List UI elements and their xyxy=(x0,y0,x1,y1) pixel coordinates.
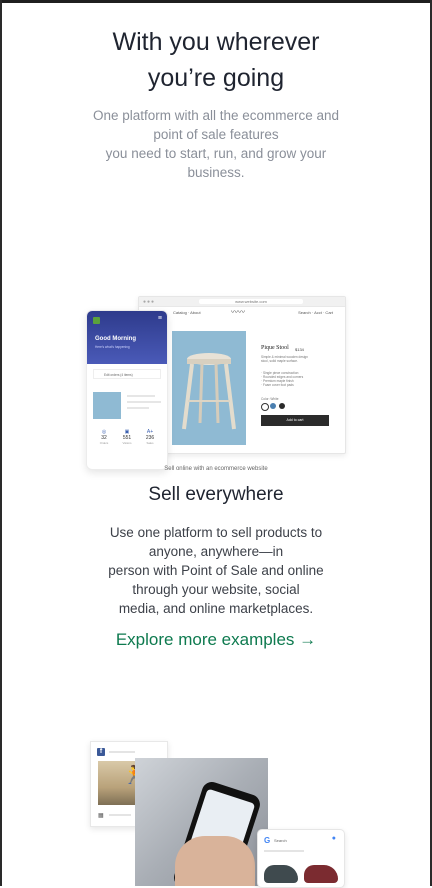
text-line xyxy=(264,850,304,852)
phone-in-hand-photo xyxy=(135,758,268,886)
hero-sub-line2: point of sale features xyxy=(153,127,279,142)
google-shopping-card: G Search ● xyxy=(257,829,345,888)
stat-sales: A+ 236 Sales xyxy=(139,429,161,445)
add-to-cart-button: Add to cart xyxy=(261,415,329,426)
greeting-sub: Here's what's happening xyxy=(95,345,130,349)
window-top-border xyxy=(0,0,432,3)
section-title: Sell everywhere xyxy=(148,484,284,505)
section-body: Use one platform to sell products to any… xyxy=(96,523,336,618)
bullet-item: · Foam cover foot pads xyxy=(261,383,294,387)
devices-illustration: ●●● www.website.com Catalog · About 〰〰 S… xyxy=(80,292,350,482)
text-line xyxy=(109,751,135,753)
text-line xyxy=(127,407,149,409)
stat-visitors: ▣ 551 Visitors xyxy=(116,429,138,445)
website-mockup: ●●● www.website.com Catalog · About 〰〰 S… xyxy=(138,296,346,454)
mini-stool-photo xyxy=(93,392,121,419)
stat-label: Sales xyxy=(146,441,154,445)
color-label: Color: White xyxy=(261,397,279,401)
google-search-text: Search xyxy=(274,838,287,843)
phone-mockup: ≡ Good Morning Here's what's happening E… xyxy=(86,310,168,470)
shopify-bag-icon xyxy=(93,317,100,324)
stool-icon xyxy=(182,353,236,430)
shoe-product-image xyxy=(304,865,338,883)
hero-title-line1: With you wherever xyxy=(112,28,320,56)
product-description: Simple & minimal wooden design stool, so… xyxy=(261,355,308,363)
hero-sub-line4: business. xyxy=(187,165,245,180)
shoe-product-image xyxy=(264,865,298,883)
site-logo-icon: 〰〰 xyxy=(231,309,245,316)
url-bar: www.website.com xyxy=(199,299,303,304)
text-line xyxy=(127,401,161,403)
product-title: Pique Stool xyxy=(261,345,289,351)
hero-title-line2: you’re going xyxy=(147,64,285,92)
hero-sub-line1: One platform with all the ecommerce and xyxy=(92,108,340,123)
site-nav-right: Search · Acct · Cart xyxy=(298,310,333,315)
body-line3: person with Point of Sale and online xyxy=(108,563,324,578)
body-line5: media, and online marketplaces. xyxy=(118,601,314,616)
facebook-icon: f xyxy=(97,748,105,756)
hero-title: With you wherever you’re going xyxy=(40,24,392,96)
swatch-blue xyxy=(270,403,276,409)
orders-row: Edit orders (4 items) xyxy=(93,369,161,379)
hand xyxy=(175,836,255,886)
window-left-border xyxy=(0,0,2,886)
stool-photo xyxy=(172,331,246,445)
window-dots-icon: ●●● xyxy=(143,299,156,305)
google-icon: G xyxy=(264,836,271,845)
hero-subtitle: One platform with all the ecommerce and … xyxy=(60,106,372,182)
calendar-icon: ▦ xyxy=(98,813,104,819)
site-nav-left: Catalog · About xyxy=(173,310,201,315)
text-line xyxy=(109,814,131,816)
swatch-white xyxy=(261,403,269,411)
explore-examples-link[interactable]: Explore more examples → xyxy=(40,630,392,650)
text-line xyxy=(127,395,155,397)
stat-label: Visitors xyxy=(122,441,132,445)
hero-sub-line3: you need to start, run, and grow your xyxy=(105,146,327,161)
greeting: Good Morning xyxy=(95,336,136,342)
body-line4: through your website, social xyxy=(132,582,300,597)
illustration-caption: Sell online with an ecommerce website xyxy=(164,466,268,472)
microphone-icon: ● xyxy=(331,835,336,842)
menu-icon: ≡ xyxy=(157,315,162,322)
swatch-black xyxy=(279,403,285,409)
product-bullets: · Single piece construction · Rounded ed… xyxy=(261,371,311,387)
site-nav: Catalog · About 〰〰 Search · Acct · Cart xyxy=(139,309,343,317)
body-line2: anyone, anywhere—in xyxy=(148,544,284,559)
body-line1: Use one platform to sell products to xyxy=(109,525,323,540)
browser-bar: ●●● www.website.com xyxy=(139,297,345,307)
product-price: $134 xyxy=(295,347,304,352)
stat-orders: ◎ 32 Orders xyxy=(93,429,115,445)
phone-header: ≡ Good Morning Here's what's happening xyxy=(87,311,167,364)
stat-label: Orders xyxy=(99,441,109,445)
